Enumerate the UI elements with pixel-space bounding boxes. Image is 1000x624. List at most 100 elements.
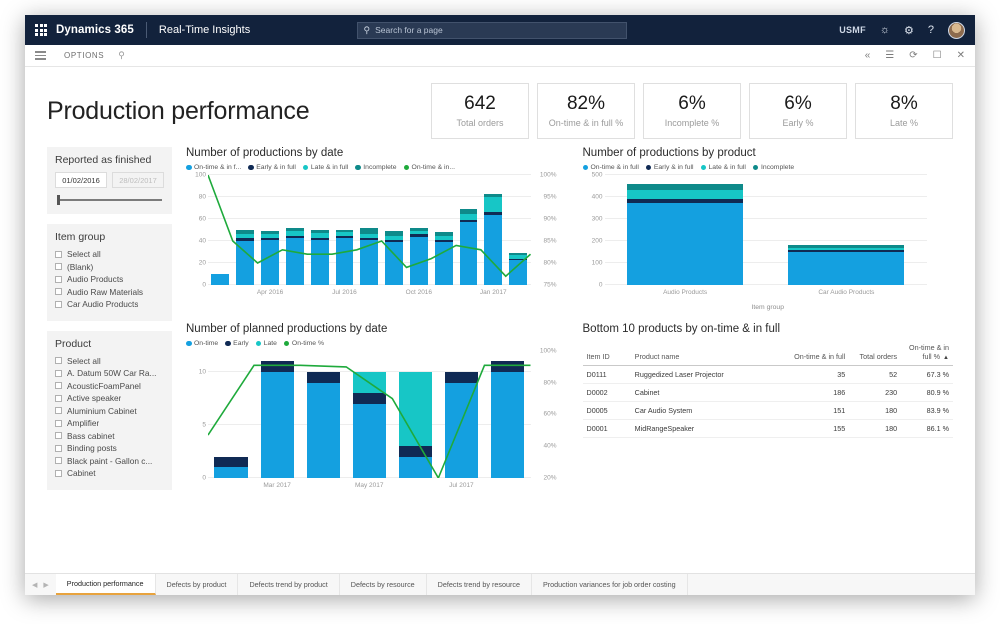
- item-group-checkbox-row[interactable]: (Blank): [55, 262, 164, 272]
- checkbox[interactable]: [55, 444, 62, 452]
- product-checkbox-row[interactable]: Bass cabinet: [55, 431, 164, 441]
- kpi-card-total-orders[interactable]: 642 Total orders: [431, 83, 529, 139]
- checkbox[interactable]: [55, 369, 62, 377]
- tab-item[interactable]: Defects by product: [156, 574, 239, 595]
- chart-plot-area[interactable]: 0 100 200 300 400 500 Audio Products Car Audio …: [583, 172, 954, 303]
- column-product-name[interactable]: Product name: [630, 339, 779, 366]
- popout-icon[interactable]: ☐: [933, 50, 942, 61]
- product-checkbox-row[interactable]: AcousticFoamPanel: [55, 381, 164, 391]
- checkbox[interactable]: [55, 432, 62, 439]
- product-checkbox-row[interactable]: Black paint - Gallon c...: [55, 456, 164, 466]
- tab-item[interactable]: Defects by resource: [340, 574, 427, 595]
- stacked-bar[interactable]: [627, 183, 744, 285]
- module-label[interactable]: Real-Time Insights: [159, 24, 250, 36]
- legend-item[interactable]: Early: [225, 340, 249, 347]
- x-axis-title: Item group: [751, 304, 785, 311]
- legend-item[interactable]: Late & in full: [302, 164, 348, 171]
- date-from-field[interactable]: 01/02/2016: [55, 172, 107, 188]
- checkbox[interactable]: [55, 419, 62, 427]
- slider-handle[interactable]: [57, 195, 60, 205]
- tab-next-icon[interactable]: ▶: [43, 581, 48, 589]
- legend-item[interactable]: On-time & in...: [403, 164, 455, 171]
- checkbox[interactable]: [55, 275, 62, 283]
- legend-item[interactable]: Late: [255, 340, 277, 347]
- checkbox[interactable]: [55, 288, 62, 295]
- bar-segment[interactable]: [788, 251, 905, 285]
- tab-nav-arrows[interactable]: ◀ ▶: [25, 574, 56, 595]
- checkbox[interactable]: [55, 300, 62, 308]
- product-checkbox-row[interactable]: Binding posts: [55, 443, 164, 453]
- cell-total-orders: 230: [849, 383, 902, 402]
- column-total-orders[interactable]: Total orders: [849, 339, 902, 366]
- column-on-time-in-full[interactable]: On-time & in full: [778, 339, 850, 366]
- product-checkbox-row[interactable]: Active speaker: [55, 393, 164, 403]
- table-row[interactable]: D0005 Car Audio System 151 180 83.9 %: [582, 401, 953, 420]
- item-group-checkbox-row[interactable]: Audio Products: [55, 274, 164, 284]
- table-row[interactable]: D0002 Cabinet 186 230 80.9 %: [582, 383, 953, 402]
- options-label[interactable]: OPTIONS: [64, 51, 104, 60]
- product-checkbox-row[interactable]: A. Datum 50W Car Ra...: [55, 368, 164, 378]
- legend-item[interactable]: On-time: [186, 340, 218, 347]
- checkbox[interactable]: [55, 394, 62, 402]
- kpi-card-on-time-in-full[interactable]: 82% On-time & in full %: [537, 83, 635, 139]
- bar-column[interactable]: [766, 175, 927, 285]
- chart-title: Number of productions by date: [186, 147, 344, 159]
- legend-item[interactable]: Incomplete: [355, 164, 397, 171]
- checkbox[interactable]: [55, 457, 62, 464]
- table-row[interactable]: D0111 Ruggedized Laser Projector 35 52 67.3 …: [582, 365, 953, 384]
- book-icon[interactable]: ☰: [885, 50, 894, 61]
- legend-item[interactable]: Early & in full: [248, 164, 296, 171]
- tab-item[interactable]: Production variances for job order costi…: [532, 574, 688, 595]
- tab-item[interactable]: Defects trend by resource: [427, 574, 532, 595]
- date-range-slider[interactable]: [55, 195, 164, 205]
- tab-item[interactable]: Production performance: [55, 574, 156, 595]
- gear-icon[interactable]: ⚙: [904, 24, 914, 37]
- close-icon[interactable]: ✕: [957, 50, 965, 61]
- menu-icon[interactable]: [35, 51, 46, 60]
- checkbox[interactable]: [55, 469, 62, 477]
- checkbox[interactable]: [55, 382, 62, 389]
- brand-label[interactable]: Dynamics 365: [56, 24, 134, 36]
- waffle-icon[interactable]: [35, 24, 47, 36]
- company-label[interactable]: USMF: [839, 25, 866, 35]
- help-icon[interactable]: ?: [928, 24, 934, 36]
- avatar[interactable]: [948, 21, 965, 39]
- bar-column[interactable]: [605, 175, 766, 285]
- column-on-time-in-full-pct[interactable]: On-time & in full % ▲: [901, 339, 953, 366]
- item-group-checkbox-row[interactable]: Car Audio Products: [55, 299, 164, 309]
- item-group-checkbox-row[interactable]: Select all: [55, 249, 164, 259]
- chart-plot-area[interactable]: 0 5 10 20% 40% 60% 80% 100% Mar 2017 May 2017 Jul …: [186, 347, 557, 496]
- tab-prev-icon[interactable]: ◀: [32, 581, 37, 589]
- product-checkbox-row[interactable]: Cabinet: [55, 468, 164, 478]
- bar-segment[interactable]: [627, 202, 744, 285]
- product-checkbox-row[interactable]: Aluminium Cabinet: [55, 406, 164, 416]
- date-to-field[interactable]: 28/02/2017: [112, 172, 164, 188]
- collapse-icon[interactable]: «: [865, 50, 871, 61]
- legend-item[interactable]: Late & in full: [700, 164, 746, 171]
- legend-item[interactable]: On-time & in f...: [186, 164, 241, 171]
- product-checkbox-row[interactable]: Select all: [55, 356, 164, 366]
- kpi-card-early[interactable]: 6% Early %: [749, 83, 847, 139]
- search-input[interactable]: ⚲ Search for a page: [356, 21, 627, 39]
- kpi-card-late[interactable]: 8% Late %: [855, 83, 953, 139]
- legend-item[interactable]: On-time & in full: [582, 164, 639, 171]
- notification-bell-icon[interactable]: ☼: [880, 24, 890, 36]
- refresh-icon[interactable]: ⟳: [909, 50, 917, 61]
- chart-plot-area[interactable]: 0 20 40 60 80 100 75% 80% 85% 90% 95% 100% Apr 2016 J…: [186, 172, 556, 303]
- legend-item[interactable]: On-time %: [283, 340, 324, 347]
- checkbox[interactable]: [55, 407, 62, 414]
- legend-item[interactable]: Early & in full: [645, 164, 694, 171]
- search-icon[interactable]: ⚲: [118, 50, 125, 61]
- table-row[interactable]: D0001 MidRangeSpeaker 155 180 86.1 %: [582, 419, 953, 438]
- item-group-checkbox-row[interactable]: Audio Raw Materials: [55, 287, 164, 297]
- checkbox[interactable]: [55, 250, 62, 258]
- stacked-bar[interactable]: [788, 245, 905, 285]
- tab-item[interactable]: Defects trend by product: [238, 574, 340, 595]
- bar-segment[interactable]: [627, 189, 744, 199]
- product-checkbox-row[interactable]: Amplifier: [55, 418, 164, 428]
- kpi-card-incomplete[interactable]: 6% Incomplete %: [643, 83, 741, 139]
- checkbox[interactable]: [55, 357, 62, 364]
- legend-item[interactable]: Incomplete: [752, 164, 794, 171]
- checkbox[interactable]: [55, 263, 62, 270]
- column-item-id[interactable]: Item ID: [582, 339, 631, 366]
